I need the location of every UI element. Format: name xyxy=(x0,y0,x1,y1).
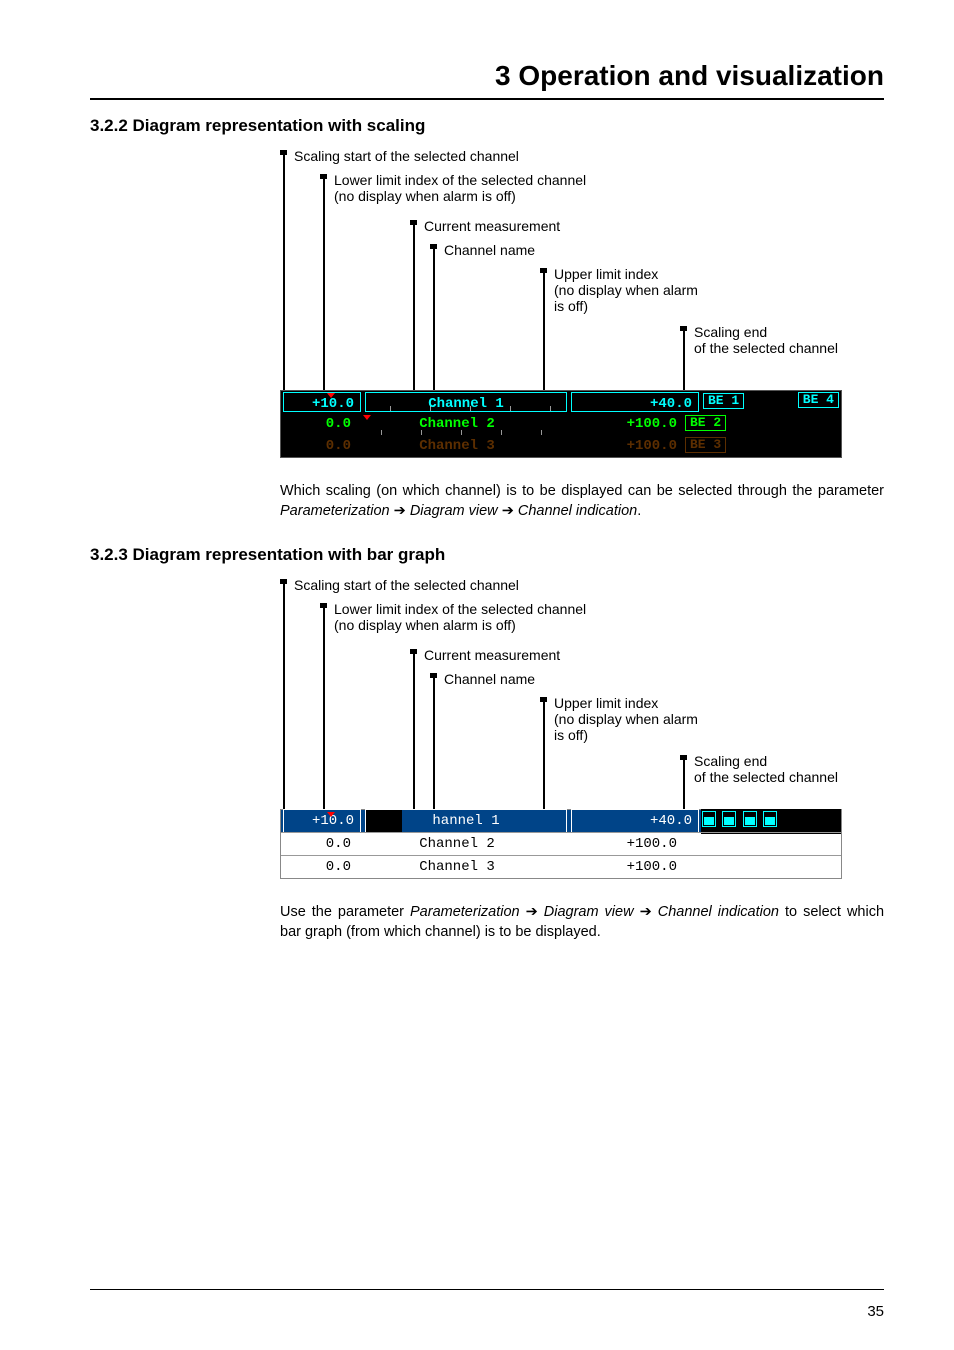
text: Channel indication xyxy=(658,904,779,920)
label: is off) xyxy=(554,298,588,314)
bar-icon xyxy=(722,811,736,827)
channel-name-cell: hannel 1 xyxy=(365,809,567,833)
scaling-end-value: +100.0 xyxy=(557,413,683,435)
lcd-screenshot-bargraph: +10.0 hannel 1 +40.0 0.0 Channel 2 xyxy=(280,809,842,879)
text: Diagram view xyxy=(544,904,634,920)
section-heading-323: 3.2.3 Diagram representation with bar gr… xyxy=(90,545,884,565)
scaling-start-value: 0.0 xyxy=(281,413,357,435)
arrow-icon: ➔ xyxy=(394,503,406,519)
callout-scaling-start: Scaling start of the selected channel xyxy=(294,577,519,593)
divider xyxy=(90,98,884,100)
be-button-4[interactable]: BE 4 xyxy=(798,392,839,408)
paragraph-323: Use the parameter Parameterization ➔ Dia… xyxy=(280,903,884,942)
arrow-icon: ➔ xyxy=(640,904,652,920)
label: (no display when alarm is off) xyxy=(334,188,516,204)
label: (no display when alarm is off) xyxy=(334,617,516,633)
scaling-end-value: +40.0 xyxy=(571,809,699,833)
scaling-end-value: +100.0 xyxy=(557,435,683,457)
channel-name-cell: Channel 2 xyxy=(357,413,557,435)
channel-name-cell: Channel 2 xyxy=(357,833,557,855)
text: Parameterization xyxy=(280,503,390,519)
label: of the selected channel xyxy=(694,340,838,356)
scaling-end-value: +40.0 xyxy=(571,392,699,412)
callout-scaling-start: Scaling start of the selected channel xyxy=(294,148,519,164)
label: Channel 1 xyxy=(428,396,504,412)
scaling-start-value: 0.0 xyxy=(281,856,357,878)
section-heading-322: 3.2.2 Diagram representation with scalin… xyxy=(90,116,884,136)
text: Channel indication xyxy=(518,503,637,519)
label: hannel 1 xyxy=(432,813,499,829)
label: Upper limit index xyxy=(554,695,658,711)
arrow-icon: ➔ xyxy=(502,503,514,519)
label: Lower limit index of the selected channe… xyxy=(334,601,586,617)
text: Diagram view xyxy=(410,503,498,519)
callout-scaling-end: Scaling end of the selected channel xyxy=(694,324,838,356)
callout-scaling-end: Scaling end of the selected channel xyxy=(694,753,838,785)
callout-upper-limit: Upper limit index (no display when alarm… xyxy=(554,266,698,314)
diagram-bargraph: Scaling start of the selected channel Lo… xyxy=(280,579,884,879)
paragraph-322: Which scaling (on which channel) is to b… xyxy=(280,482,884,521)
page-number: 35 xyxy=(867,1303,884,1320)
footer-divider xyxy=(90,1289,884,1290)
scaling-start-value: +10.0 xyxy=(283,809,361,833)
chapter-title: 3 Operation and visualization xyxy=(90,60,884,92)
label: is off) xyxy=(554,727,588,743)
scaling-end-value: +100.0 xyxy=(557,856,683,878)
text: Which scaling (on which channel) is to b… xyxy=(280,483,884,499)
scaling-end-value: +100.0 xyxy=(557,833,683,855)
bar-icon xyxy=(743,811,757,827)
be-button-1[interactable]: BE 1 xyxy=(703,393,744,409)
text: Use the parameter xyxy=(280,904,410,920)
callout-current-measurement: Current measurement xyxy=(424,647,560,663)
label: Channel 2 xyxy=(419,416,495,432)
scaling-start-value: 0.0 xyxy=(281,833,357,855)
diagram-scaling: Scaling start of the selected channel Lo… xyxy=(280,150,884,458)
callout-current-measurement: Current measurement xyxy=(424,218,560,234)
label: (no display when alarm xyxy=(554,711,698,727)
label: Upper limit index xyxy=(554,266,658,282)
scaling-start-value: 0.0 xyxy=(281,435,357,457)
callout-channel-name: Channel name xyxy=(444,242,535,258)
label: Scaling end xyxy=(694,324,767,340)
label: Lower limit index of the selected channe… xyxy=(334,172,586,188)
scaling-start-value: +10.0 xyxy=(283,392,361,412)
callout-lower-limit: Lower limit index of the selected channe… xyxy=(334,601,586,633)
callout-upper-limit: Upper limit index (no display when alarm… xyxy=(554,695,698,743)
text: Parameterization xyxy=(410,904,520,920)
channel-name-cell: Channel 1 xyxy=(365,392,567,412)
callout-channel-name: Channel name xyxy=(444,671,535,687)
bar-icon xyxy=(702,811,716,827)
bar-icon xyxy=(763,811,777,827)
arrow-icon: ➔ xyxy=(526,904,538,920)
be-button-2[interactable]: BE 2 xyxy=(685,415,726,431)
channel-name-cell: Channel 3 xyxy=(357,435,557,457)
label: Scaling end xyxy=(694,753,767,769)
label: Channel 3 xyxy=(419,438,495,454)
be-button-3[interactable]: BE 3 xyxy=(685,437,726,453)
label: of the selected channel xyxy=(694,769,838,785)
lcd-screenshot-scaling: +10.0 Channel 1 +40.0 BE 1 BE 4 0.0 Chan… xyxy=(280,390,842,458)
callout-lower-limit: Lower limit index of the selected channe… xyxy=(334,172,586,204)
label: (no display when alarm xyxy=(554,282,698,298)
channel-name-cell: Channel 3 xyxy=(357,856,557,878)
